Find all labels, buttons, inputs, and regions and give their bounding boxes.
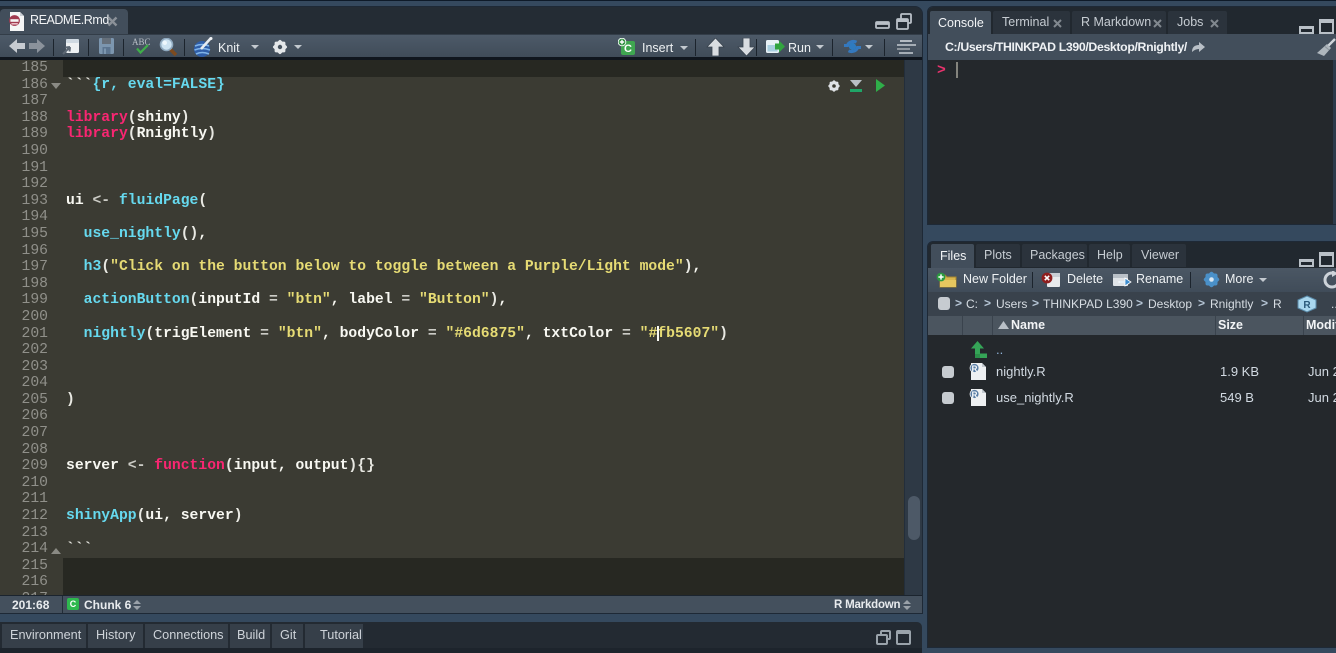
svg-text:R: R (972, 390, 978, 399)
svg-text:R: R (1303, 300, 1311, 311)
svg-text:R: R (972, 364, 978, 373)
